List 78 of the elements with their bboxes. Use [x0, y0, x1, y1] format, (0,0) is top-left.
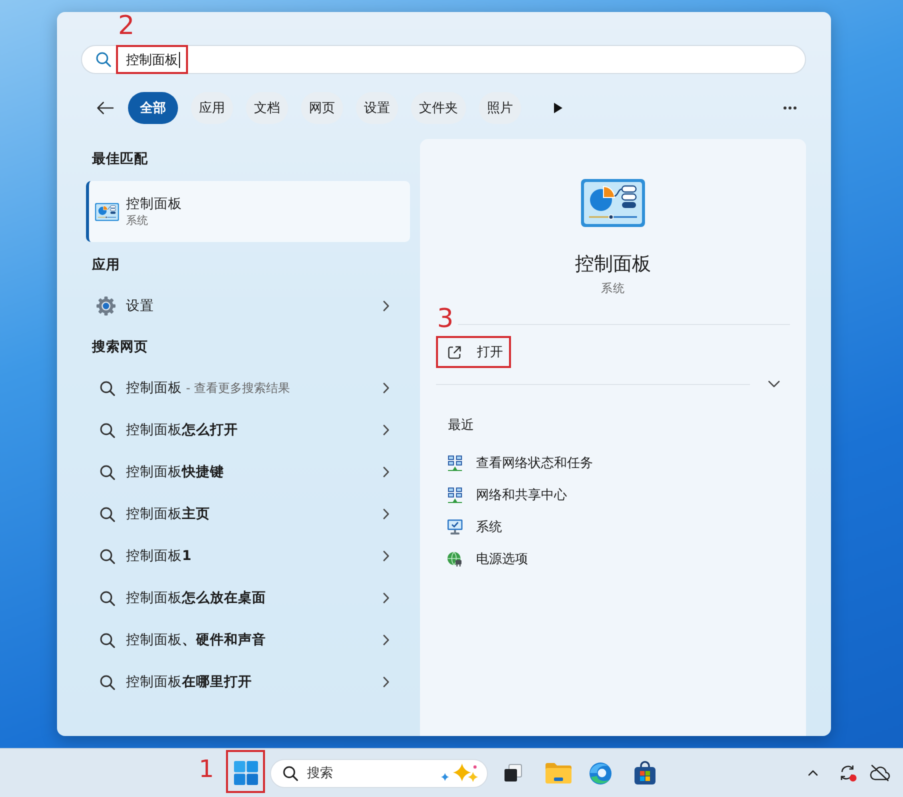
best-match-result[interactable]: 控制面板 系统	[86, 181, 410, 242]
app-result[interactable]: 设置	[86, 285, 410, 327]
chevron-right-icon	[382, 508, 390, 520]
section-heading: 搜索网页	[90, 338, 149, 357]
callout-number: 2	[118, 13, 135, 39]
chevron-right-icon	[382, 382, 390, 394]
chevron-right-icon	[382, 634, 390, 646]
search-icon	[100, 590, 115, 606]
recent-item[interactable]: 网络和共享中心	[420, 479, 575, 511]
chevron-right-icon	[382, 550, 390, 562]
search-field[interactable]: 控制面板	[81, 45, 806, 74]
detail-subtitle: 系统	[601, 280, 625, 296]
result-title: 控制面板	[126, 194, 182, 212]
sync-icon[interactable]	[839, 764, 857, 782]
web-search-suggestion[interactable]: 控制面板、硬件和声音	[86, 619, 410, 661]
callout-frame	[116, 45, 188, 74]
network-computers-icon	[447, 487, 463, 503]
search-icon	[100, 674, 115, 690]
web-search-suggestion[interactable]: 控制面板怎么放在桌面	[86, 577, 410, 619]
more-icon[interactable]	[783, 106, 797, 110]
recent-item[interactable]: 查看网络状态和任务	[420, 447, 601, 479]
recent-item[interactable]: 系统	[420, 511, 510, 543]
swirl-icon[interactable]	[589, 762, 612, 784]
filter-tab[interactable]: 全部	[128, 92, 178, 124]
cloud-off-icon[interactable]	[870, 764, 890, 782]
chevron-right-icon	[382, 424, 390, 436]
section-heading: 最佳匹配	[91, 150, 149, 169]
search-icon	[100, 464, 115, 480]
triangle-right-icon[interactable]	[553, 102, 563, 114]
web-search-suggestion[interactable]: 控制面板主页	[86, 493, 410, 535]
filter-tab[interactable]: 文件夹	[411, 92, 466, 124]
search-icon	[96, 52, 111, 67]
monitor-check-icon	[447, 519, 463, 535]
control-panel-icon	[95, 202, 119, 220]
chevron-up-icon[interactable]	[808, 770, 818, 776]
section-heading: 应用	[90, 256, 121, 275]
search-icon	[100, 548, 115, 564]
filter-tab[interactable]: 照片	[479, 92, 521, 124]
filter-tab[interactable]: 网页	[301, 92, 343, 124]
section-heading: 最近	[448, 418, 474, 434]
recent-item[interactable]: 电源选项	[420, 543, 536, 575]
result-subtitle: 系统	[126, 212, 149, 228]
chevron-right-icon	[382, 676, 390, 688]
filter-tab[interactable]: 文档	[246, 92, 288, 124]
web-search-suggestion[interactable]: 控制面板怎么打开	[86, 409, 410, 451]
web-search-suggestion[interactable]: 控制面板1	[86, 535, 410, 577]
chevron-right-icon	[382, 466, 390, 478]
start-icon[interactable]	[234, 761, 258, 785]
filter-tab[interactable]: 应用	[191, 92, 233, 124]
filter-tab[interactable]: 设置	[356, 92, 398, 124]
chevron-right-icon	[382, 300, 390, 312]
callout-number: 1	[198, 757, 214, 781]
taskbar-search-field[interactable]: 搜索	[270, 758, 488, 788]
web-search-suggestion[interactable]: 控制面板在哪里打开	[86, 661, 410, 703]
search-icon	[100, 422, 115, 438]
search-icon	[100, 380, 115, 396]
stacked-windows-icon[interactable]	[504, 764, 522, 782]
sparkle-icon	[440, 763, 478, 783]
open-external-icon	[447, 344, 462, 360]
search-icon	[283, 766, 298, 780]
chevron-down-icon[interactable]	[768, 380, 780, 388]
globe-plug-icon	[447, 551, 463, 567]
web-search-suggestion[interactable]: 控制面板 - 查看更多搜索结果	[86, 367, 410, 409]
callout-frame	[226, 750, 265, 793]
web-search-suggestion[interactable]: 控制面板快捷键	[86, 451, 410, 493]
shopping-bag-icon[interactable]	[634, 761, 656, 785]
gear-icon	[96, 296, 116, 316]
network-computers-icon	[447, 455, 463, 471]
callout-number: 3	[437, 306, 454, 332]
control-panel-icon	[581, 179, 645, 227]
text-cursor	[179, 52, 180, 68]
open-action-button[interactable]: 打开	[439, 339, 508, 365]
chevron-right-icon	[382, 592, 390, 604]
search-icon	[100, 632, 115, 648]
detail-title: 控制面板	[575, 252, 651, 276]
folder-icon[interactable]	[545, 762, 572, 784]
search-icon	[100, 506, 115, 522]
back-arrow-icon[interactable]	[96, 101, 114, 115]
